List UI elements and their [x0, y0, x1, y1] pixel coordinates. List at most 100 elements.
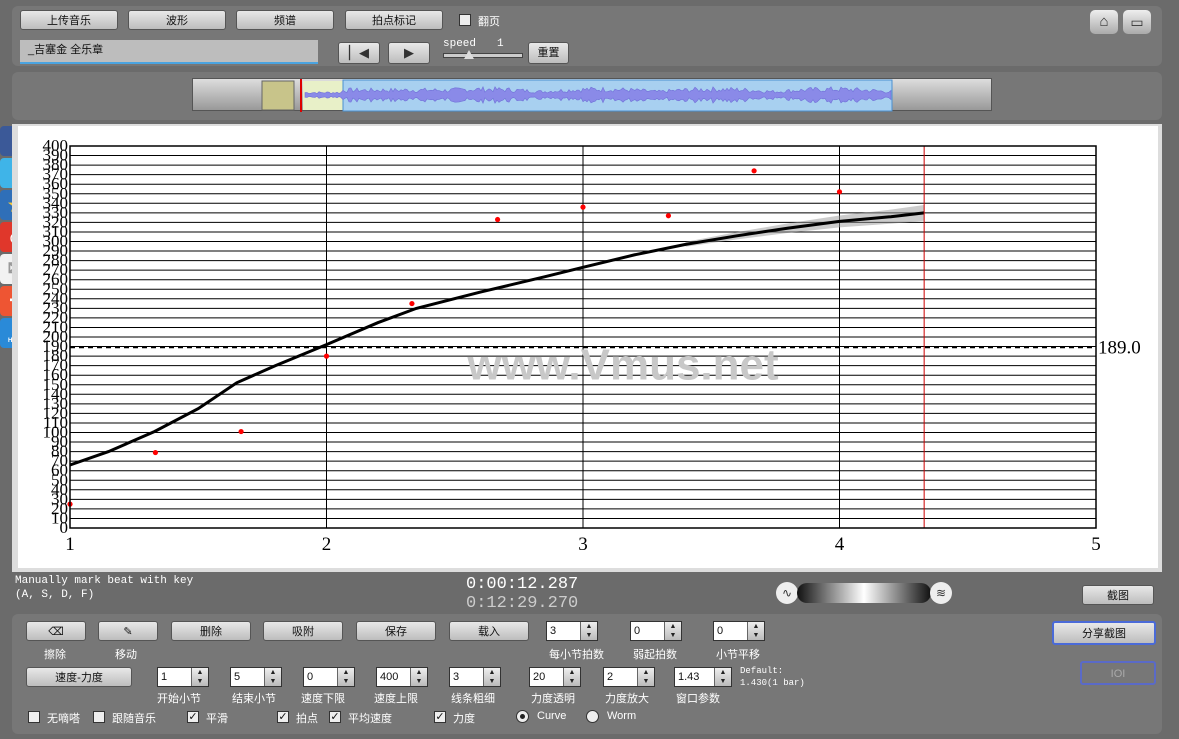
mark-beats-button[interactable]: 拍点标记 — [345, 10, 443, 30]
start-bar-label: 开始小节 — [157, 693, 201, 705]
move-button[interactable]: ✎ — [98, 621, 158, 641]
ioi-button[interactable]: IOI — [1080, 661, 1156, 685]
beat-point — [580, 204, 586, 210]
default-line2: 1.430(1 bar) — [740, 678, 805, 688]
dynamics-label: 力度 — [453, 713, 475, 725]
x-tick-label: 5 — [1091, 534, 1101, 555]
beat-point — [238, 428, 244, 435]
erase-label: 擦除 — [44, 649, 66, 661]
spectrum-button[interactable]: 频谱 — [236, 10, 334, 30]
save-button[interactable]: 保存 — [356, 621, 436, 641]
dynamics-gradient-slider[interactable] — [797, 583, 931, 603]
dynamics-checkbox[interactable]: ✓ — [434, 711, 446, 723]
follow-music-checkbox[interactable] — [93, 711, 105, 723]
selection-start-block — [261, 80, 295, 111]
speed-slider[interactable] — [443, 50, 523, 59]
x-tick-label: 2 — [322, 534, 332, 555]
tempo-min-label: 速度下限 — [301, 693, 345, 705]
share-screenshot-button[interactable]: 分享截图 — [1052, 621, 1156, 645]
play-button[interactable]: ▶ — [388, 42, 430, 64]
beat-hint-line2: (A, S, D, F) — [15, 589, 95, 601]
x-tick-label: 1 — [65, 534, 75, 555]
curve-radio[interactable] — [516, 710, 529, 723]
dynamics-scale-stepper[interactable]: 2 ▲ ▼ — [603, 667, 655, 687]
start-bar-stepper[interactable]: 1 ▲ ▼ — [157, 667, 209, 687]
beats-checkbox[interactable]: ✓ — [277, 711, 289, 723]
dynamics-alpha-label: 力度透明 — [531, 693, 575, 705]
metronome-label: 无嘀嗒 — [47, 713, 80, 725]
tempo-max-label: 速度上限 — [374, 693, 418, 705]
tempo-chart[interactable]: 0102030405060708090100110120130140150160… — [18, 126, 1158, 568]
default-line1: Default: — [740, 666, 784, 676]
beats-per-bar-label: 每小节拍数 — [549, 649, 604, 661]
total-time: 0:12:29.270 — [466, 594, 579, 613]
waveform-button[interactable]: 波形 — [128, 10, 226, 30]
curve-radio-dot — [520, 714, 525, 719]
smooth-checkbox[interactable]: ✓ — [187, 711, 199, 723]
beat-point — [494, 216, 501, 223]
avg-tempo-label: 平均速度 — [348, 713, 392, 725]
waveform-svg — [261, 79, 893, 112]
pickup-beats-label: 弱起拍数 — [633, 649, 677, 661]
delete-button[interactable]: 删除 — [171, 621, 251, 641]
average-tempo-label: 189.0 — [1098, 338, 1141, 359]
curve-label: Curve — [537, 710, 567, 722]
erase-button[interactable]: ⌫ — [26, 621, 86, 641]
y-tick-label: 400 — [43, 136, 69, 155]
waveform-overview[interactable] — [192, 78, 992, 112]
line-width-label: 线条粗细 — [451, 693, 495, 705]
bar-shift-label: 小节平移 — [716, 649, 760, 661]
follow-music-label: 跟随音乐 — [112, 713, 156, 725]
y-tick-labels: 0102030405060708090100110120130140150160… — [43, 136, 69, 537]
x-tick-labels: 1 2 3 4 5 — [65, 534, 1101, 555]
speed-slider-thumb[interactable] — [464, 50, 474, 59]
dynamics-alpha-stepper[interactable]: 20 ▲ ▼ — [529, 667, 581, 687]
beats-per-bar-stepper[interactable]: 3 ▲ ▼ — [546, 621, 598, 641]
x-tick-label: 3 — [578, 534, 588, 555]
beat-point — [409, 300, 415, 307]
reset-button[interactable]: 重置 — [528, 42, 569, 64]
end-bar-stepper[interactable]: 5 ▲ ▼ — [230, 667, 282, 687]
bar-shift-stepper[interactable]: 0 ▲ ▼ — [713, 621, 765, 641]
upload-music-button[interactable]: 上传音乐 — [20, 10, 118, 30]
window-param-stepper[interactable]: 1.43 ▲ ▼ — [674, 667, 732, 687]
worm-label: Worm — [607, 710, 637, 722]
avg-tempo-checkbox[interactable]: ✓ — [329, 711, 341, 723]
beat-point — [751, 168, 757, 174]
metronome-checkbox[interactable] — [28, 711, 40, 723]
tempo-min-stepper[interactable]: 0 ▲ ▼ — [303, 667, 355, 687]
beat-hint-line1: Manually mark beat with key — [15, 575, 194, 587]
tempo-max-stepper[interactable]: 400 ▲ ▼ — [376, 667, 428, 687]
end-bar-label: 结束小节 — [232, 693, 276, 705]
speed-value: 1 — [497, 38, 504, 50]
worm-radio[interactable] — [586, 710, 599, 723]
tempo-dynamics-button[interactable]: 速度-力度 — [26, 667, 132, 687]
x-tick-label: 4 — [835, 534, 845, 555]
song-title-input[interactable]: _吉塞金 全乐章 — [20, 40, 318, 64]
pickup-beats-stepper[interactable]: 0 ▲ ▼ — [630, 621, 682, 641]
dynamics-wave-right-icon: ≋ — [930, 582, 952, 604]
speed-label: speed — [443, 38, 477, 50]
move-icon: ✎ — [123, 626, 133, 638]
page-turn-checkbox[interactable] — [459, 14, 471, 26]
home-icon[interactable]: ⌂ — [1090, 10, 1118, 34]
fullscreen-icon[interactable]: ▭ — [1123, 10, 1151, 34]
dynamics-scale-label: 力度放大 — [605, 693, 649, 705]
snap-button[interactable]: 吸附 — [263, 621, 343, 641]
smooth-label: 平滑 — [206, 713, 228, 725]
window-param-label: 窗口参数 — [676, 693, 720, 705]
dynamics-wave-left-icon: ∿ — [776, 582, 798, 604]
current-time: 0:00:12.287 — [466, 575, 579, 594]
eraser-icon: ⌫ — [48, 626, 64, 638]
rewind-icon: ▏◀ — [349, 45, 369, 60]
beats-label: 拍点 — [296, 713, 318, 725]
move-label: 移动 — [115, 649, 137, 661]
line-width-stepper[interactable]: 3 ▲ ▼ — [449, 667, 501, 687]
beat-point — [323, 353, 330, 359]
rewind-button[interactable]: ▏◀ — [338, 42, 380, 64]
load-button[interactable]: 载入 — [449, 621, 529, 641]
play-icon: ▶ — [404, 45, 414, 60]
beat-point — [665, 213, 672, 219]
beat-point — [152, 449, 159, 456]
screenshot-button[interactable]: 截图 — [1082, 585, 1154, 605]
